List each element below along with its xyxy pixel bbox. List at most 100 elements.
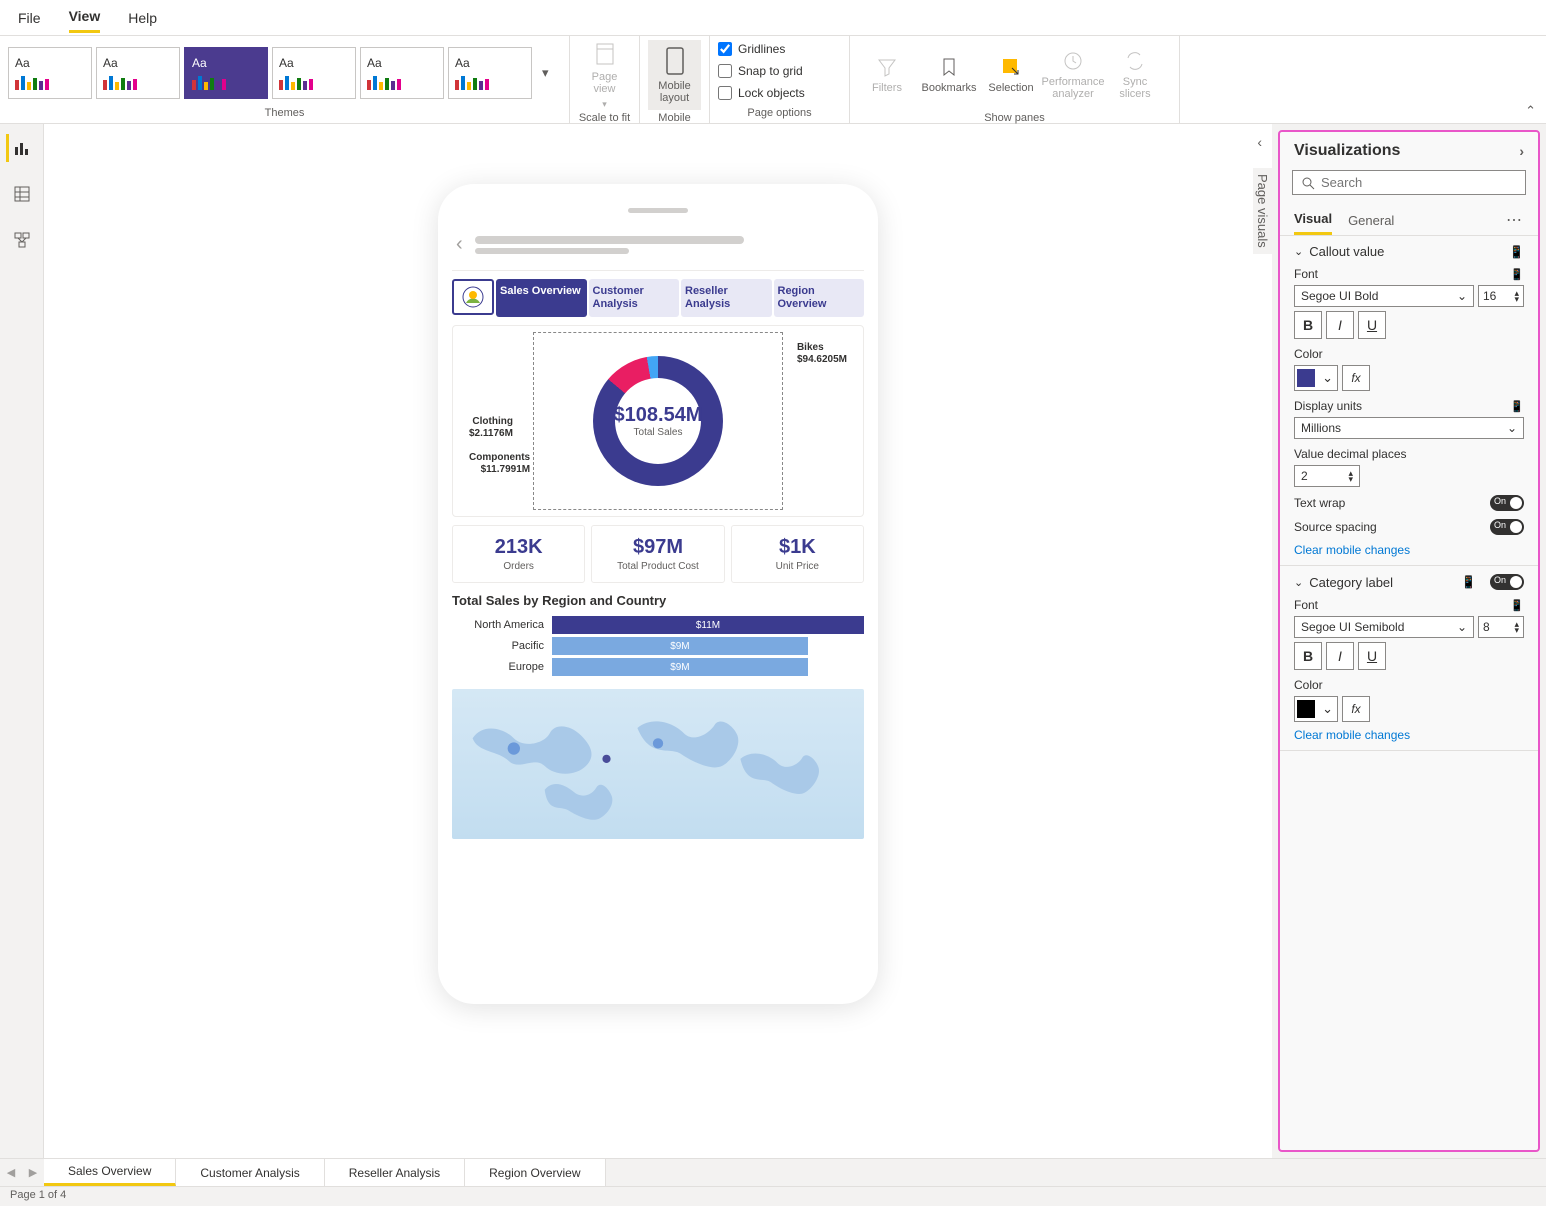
chevron-down-icon: ⌄ [1294, 245, 1303, 258]
mobile-layout-button[interactable]: Mobile layout [648, 40, 701, 110]
bar-row: North America$11M [452, 616, 864, 634]
phone-tab-sales[interactable]: Sales Overview [496, 279, 587, 317]
status-bar: Page 1 of 4 [0, 1186, 1546, 1206]
font-size-category[interactable]: 8▴▾ [1478, 616, 1524, 638]
sync-button[interactable]: Sync slicers [1106, 40, 1164, 110]
kpi-cost[interactable]: $97MTotal Product Cost [591, 525, 724, 583]
model-view-button[interactable] [8, 226, 36, 254]
menu-help[interactable]: Help [128, 4, 157, 32]
phone-tab-reseller[interactable]: Reseller Analysis [681, 279, 772, 317]
theme-swatch-2[interactable]: Aa [96, 47, 180, 99]
search-input[interactable] [1292, 170, 1526, 195]
decimals-spinner[interactable]: 2▴▾ [1294, 465, 1360, 487]
tab-general[interactable]: General [1348, 207, 1394, 234]
spacing-toggle[interactable]: On [1490, 519, 1524, 535]
left-rail [0, 124, 44, 1158]
gridlines-checkbox[interactable]: Gridlines [718, 40, 785, 58]
ribbon-label-themes: Themes [8, 105, 561, 121]
page-visuals-label[interactable]: Page visuals [1253, 168, 1272, 254]
color-label: Color [1294, 678, 1323, 692]
report-view-button[interactable] [6, 134, 34, 162]
wrap-label: Text wrap [1294, 496, 1345, 510]
donut-label-components: Components$11.7991M [469, 452, 530, 476]
theme-swatch-3-selected[interactable]: Aa [184, 47, 268, 99]
panel-expand-icon[interactable]: › [1519, 143, 1524, 159]
stepper-icon: ▴▾ [1348, 470, 1353, 483]
bar-row: Europe$9M [452, 658, 864, 676]
underline-button[interactable]: U [1358, 311, 1386, 339]
performance-button[interactable]: Performance analyzer [1044, 40, 1102, 110]
font-label: Font [1294, 598, 1318, 612]
page-tab-sales[interactable]: Sales Overview [44, 1159, 176, 1186]
page-view-button[interactable]: Page view▾ [578, 40, 631, 110]
menu-file[interactable]: File [18, 4, 41, 32]
bold-button[interactable]: B [1294, 311, 1322, 339]
kpi-orders[interactable]: 213KOrders [452, 525, 585, 583]
bookmarks-button[interactable]: Bookmarks [920, 40, 978, 110]
canvas-collapse-icon[interactable]: ‹ [1257, 134, 1262, 150]
section-head-callout[interactable]: ⌄Callout value📱 [1294, 244, 1524, 259]
clock-icon [1062, 50, 1084, 72]
bar-visual[interactable]: Total Sales by Region and Country North … [452, 593, 864, 679]
menu-view[interactable]: View [69, 2, 101, 33]
bar-chart-icon [13, 139, 31, 157]
font-size-callout[interactable]: 16▴▾ [1478, 285, 1524, 307]
section-head-category[interactable]: ⌄Category label📱On [1294, 574, 1524, 590]
filters-button[interactable]: Filters [858, 40, 916, 110]
theme-swatch-1[interactable]: Aa [8, 47, 92, 99]
decimals-label: Value decimal places [1294, 447, 1407, 461]
theme-swatch-6[interactable]: Aa [448, 47, 532, 99]
units-label: Display units [1294, 399, 1362, 413]
clear-changes-link[interactable]: Clear mobile changes [1294, 728, 1524, 742]
theme-dropdown-icon[interactable]: ▾ [536, 65, 555, 81]
ribbon-collapse-icon[interactable]: ⌃ [1525, 103, 1536, 119]
snap-checkbox[interactable]: Snap to grid [718, 62, 803, 80]
lock-checkbox[interactable]: Lock objects [718, 84, 805, 102]
table-icon [13, 185, 31, 203]
tab-visual[interactable]: Visual [1294, 205, 1332, 235]
model-icon [13, 231, 31, 249]
selection-button[interactable]: Selection [982, 40, 1040, 110]
italic-button[interactable]: I [1326, 642, 1354, 670]
panel-more-icon[interactable]: ⋯ [1506, 210, 1524, 230]
theme-swatch-5[interactable]: Aa [360, 47, 444, 99]
page-tab-region[interactable]: Region Overview [465, 1159, 605, 1186]
fx-button[interactable]: fx [1342, 365, 1370, 391]
theme-swatch-4[interactable]: Aa [272, 47, 356, 99]
font-select-category[interactable]: Segoe UI Semibold⌄ [1294, 616, 1474, 638]
color-label: Color [1294, 347, 1323, 361]
panel-title: Visualizations [1294, 142, 1400, 160]
color-picker-category[interactable]: ⌄ [1294, 696, 1338, 722]
fx-button[interactable]: fx [1342, 696, 1370, 722]
color-picker-callout[interactable]: ⌄ [1294, 365, 1338, 391]
phone-tab-customer[interactable]: Customer Analysis [589, 279, 680, 317]
clear-changes-link[interactable]: Clear mobile changes [1294, 543, 1524, 557]
search-icon [1301, 176, 1315, 190]
donut-visual[interactable]: Bikes$94.6205M Clothing$2.1176M Componen… [452, 325, 864, 517]
font-select-callout[interactable]: Segoe UI Bold⌄ [1294, 285, 1474, 307]
page-next-icon[interactable]: ▶ [22, 1159, 44, 1186]
page-tab-reseller[interactable]: Reseller Analysis [325, 1159, 465, 1186]
bar-title: Total Sales by Region and Country [452, 593, 864, 608]
chevron-down-icon: ⌄ [1457, 289, 1467, 303]
back-icon[interactable]: ‹ [456, 233, 463, 256]
sync-icon [1124, 50, 1146, 72]
underline-button[interactable]: U [1358, 642, 1386, 670]
page-view-icon [592, 41, 618, 67]
phone-tab-region[interactable]: Region Overview [774, 279, 865, 317]
units-select[interactable]: Millions⌄ [1294, 417, 1524, 439]
wrap-toggle[interactable]: On [1490, 495, 1524, 511]
page-tab-customer[interactable]: Customer Analysis [176, 1159, 324, 1186]
page-prev-icon[interactable]: ◀ [0, 1159, 22, 1186]
stepper-icon: ▴▾ [1514, 621, 1519, 634]
mobile-icon [665, 46, 685, 76]
map-visual[interactable] [452, 689, 864, 839]
data-view-button[interactable] [8, 180, 36, 208]
category-toggle[interactable]: On [1490, 574, 1524, 590]
italic-button[interactable]: I [1326, 311, 1354, 339]
donut-label-clothing: Clothing$2.1176M [469, 416, 513, 440]
kpi-price[interactable]: $1KUnit Price [731, 525, 864, 583]
bold-button[interactable]: B [1294, 642, 1322, 670]
donut-chart: $108.54MTotal Sales [593, 356, 723, 486]
kpi-row: 213KOrders $97MTotal Product Cost $1KUni… [452, 525, 864, 583]
